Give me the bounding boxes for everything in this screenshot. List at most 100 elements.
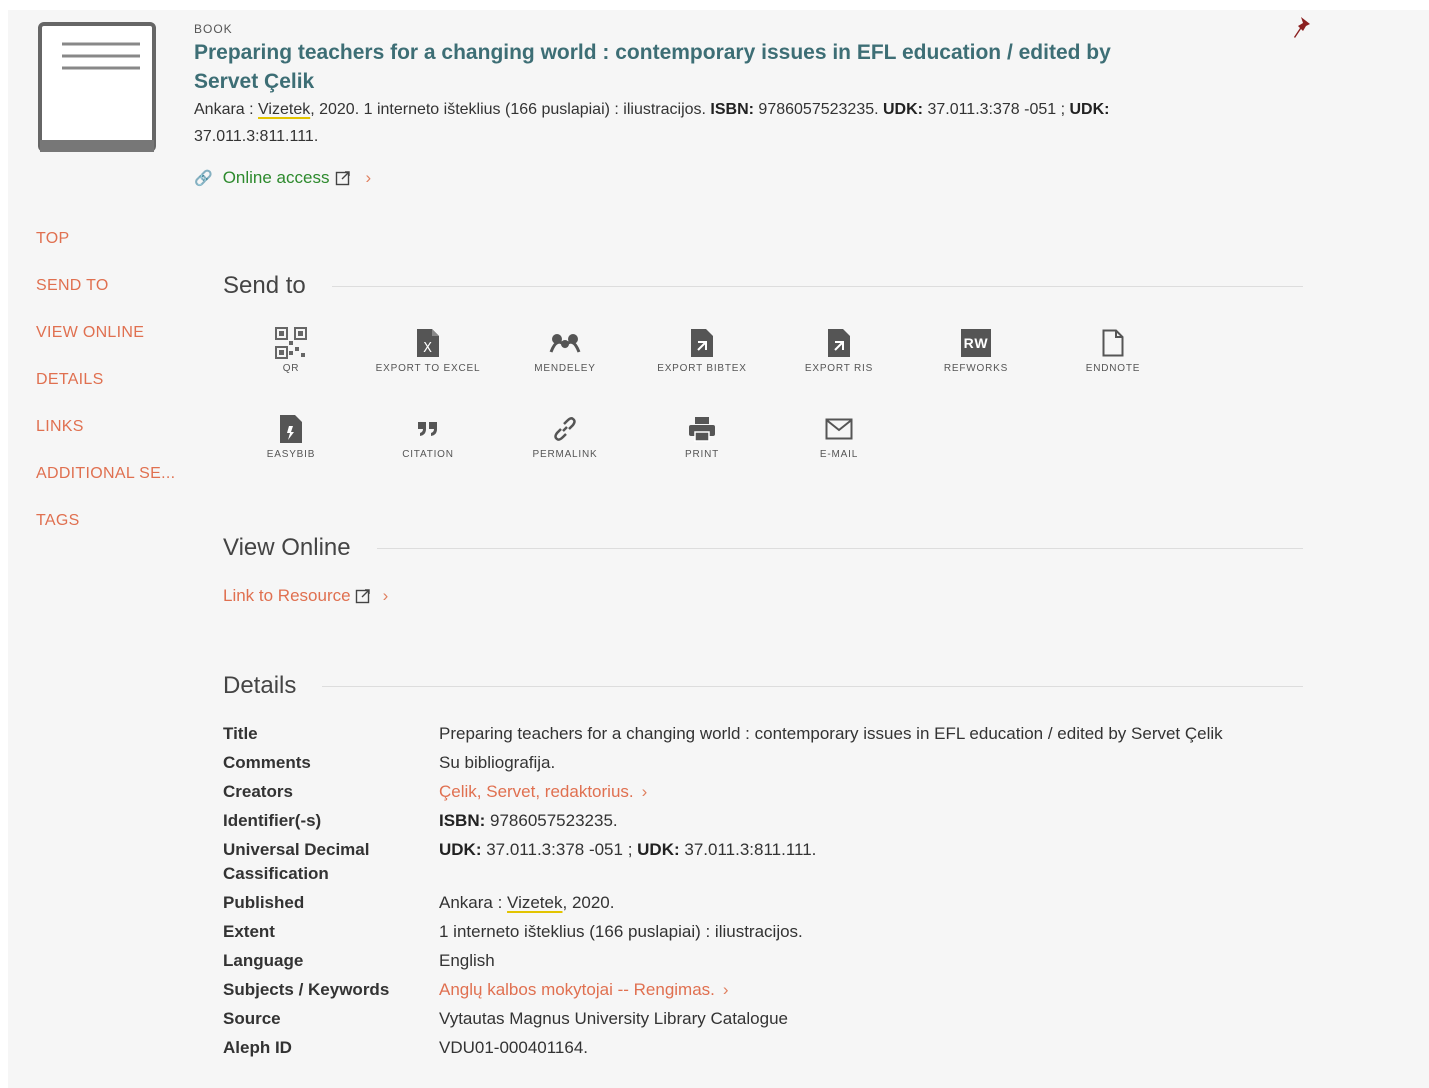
pin-icon[interactable]: [1293, 16, 1313, 40]
details-key: Source: [223, 1009, 281, 1028]
email-button[interactable]: E-MAIL: [774, 412, 904, 464]
details-row-identifier: Identifier(-s) ISBN: 9786057523235.: [223, 809, 1303, 833]
details-value: Ankara : Vizetek, 2020.: [439, 891, 1303, 915]
divider: [331, 285, 1303, 287]
published-year: , 2020.: [562, 893, 615, 912]
nav-item-additional-services[interactable]: ADDITIONAL SE...: [36, 465, 175, 512]
details-key: Universal Decimal Cassification: [223, 840, 370, 883]
details-heading: Details: [223, 672, 297, 699]
meta-isbn-value: 9786057523235.: [753, 101, 883, 118]
details-value: Preparing teachers for a changing world …: [439, 724, 1223, 743]
divider: [322, 685, 1303, 687]
meta-isbn-label: ISBN:: [710, 101, 754, 118]
details-header: Details: [223, 672, 1303, 700]
print-button[interactable]: PRINT: [637, 412, 767, 464]
details-key: Comments: [223, 753, 311, 772]
nav-item-send-to[interactable]: SEND TO: [36, 277, 175, 324]
external-link-icon: [336, 171, 351, 186]
record-publication-info: Ankara : Vizetek, 2020. 1 interneto ište…: [194, 96, 1224, 150]
quote-icon: [418, 422, 437, 436]
export-bibtex-button[interactable]: EXPORT BIBTEX: [637, 326, 767, 378]
nav-item-details[interactable]: DETAILS: [36, 371, 175, 418]
link-icon: [554, 417, 576, 441]
permalink-label: PERMALINK: [532, 449, 598, 460]
details-row-subjects: Subjects / Keywords Anglų kalbos mokytoj…: [223, 978, 1303, 1002]
send-to-heading: Send to: [223, 272, 306, 299]
mendeley-button[interactable]: MENDELEY: [500, 326, 630, 378]
easybib-label: EASYBIB: [266, 449, 316, 460]
details-value: Vytautas Magnus University Library Catal…: [439, 1009, 788, 1028]
citation-button[interactable]: CITATION: [363, 412, 493, 464]
creator-link[interactable]: Çelik, Servet, redaktorius. ›: [439, 780, 1303, 804]
details-table: Title Preparing teachers for a changing …: [223, 722, 1303, 1065]
meta-publisher: Vizetek: [258, 101, 311, 118]
mendeley-label: MENDELEY: [534, 363, 596, 374]
details-row-creators: Creators Çelik, Servet, redaktorius. ›: [223, 780, 1303, 804]
book-thumbnail-icon[interactable]: [38, 22, 156, 154]
refworks-button[interactable]: RW REFWORKS: [911, 326, 1041, 378]
print-label: PRINT: [685, 449, 719, 460]
excel-file-icon: X: [417, 329, 439, 357]
details-row-published: Published Ankara : Vizetek, 2020.: [223, 891, 1303, 915]
export-ris-button[interactable]: EXPORT RIS: [774, 326, 904, 378]
qr-button[interactable]: QR: [226, 326, 356, 378]
email-label: E-MAIL: [819, 449, 859, 460]
subject-link-label[interactable]: Anglų kalbos mokytojai -- Rengimas.: [439, 980, 715, 999]
details-key: Extent: [223, 922, 275, 941]
nav-item-links[interactable]: LINKS: [36, 418, 175, 465]
qr-label: QR: [282, 363, 300, 374]
citation-label: CITATION: [402, 449, 454, 460]
details-row-aleph-id: Aleph ID VDU01-000401164.: [223, 1036, 1303, 1060]
qr-code-icon: [275, 327, 307, 359]
details-key: Published: [223, 893, 305, 912]
details-key: Identifier(-s): [223, 811, 322, 830]
details-value: UDK: 37.011.3:378 -051 ; UDK: 37.011.3:8…: [439, 838, 1303, 886]
details-row-language: Language English: [223, 949, 1303, 973]
export-bibtex-label: EXPORT BIBTEX: [657, 363, 747, 374]
endnote-file-icon: [1102, 329, 1124, 357]
link-to-resource-label[interactable]: Link to Resource: [223, 586, 351, 606]
meta-extent: , 2020. 1 interneto išteklius (166 pusla…: [310, 101, 711, 118]
details-key: Title: [223, 724, 258, 743]
details-row-extent: Extent 1 interneto išteklius (166 puslap…: [223, 920, 1303, 944]
details-key: Language: [223, 951, 304, 970]
refworks-icon: RW: [961, 329, 991, 357]
details-row-source: Source Vytautas Magnus University Librar…: [223, 1007, 1303, 1031]
nav-item-top[interactable]: TOP: [36, 230, 175, 277]
details-key: Creators: [223, 782, 293, 801]
online-access-label[interactable]: Online access: [223, 168, 330, 188]
mendeley-icon: [549, 334, 581, 353]
subject-link[interactable]: Anglų kalbos mokytojai -- Rengimas. ›: [439, 978, 1303, 1002]
details-value: Su bibliografija.: [439, 753, 556, 772]
record-title-line1[interactable]: Preparing teachers for a changing world …: [194, 41, 1111, 64]
easybib-button[interactable]: EASYBIB: [226, 412, 356, 464]
easybib-file-icon: [280, 415, 302, 443]
record-title-line2[interactable]: Servet Çelik: [194, 70, 314, 93]
view-online-heading: View Online: [223, 534, 351, 561]
details-value: VDU01-000401164.: [439, 1038, 589, 1057]
details-value: 1 interneto išteklius (166 puslapiai) : …: [439, 922, 803, 941]
svg-text:X: X: [423, 341, 433, 356]
meta-place: Ankara :: [194, 101, 259, 118]
printer-icon: [689, 417, 715, 442]
endnote-button[interactable]: ENDNOTE: [1048, 326, 1178, 378]
details-row-title: Title Preparing teachers for a changing …: [223, 722, 1303, 746]
nav-item-tags[interactable]: TAGS: [36, 512, 175, 559]
chevron-right-icon: ›: [365, 168, 372, 187]
divider: [376, 547, 1303, 549]
section-nav: TOP SEND TO VIEW ONLINE DETAILS LINKS AD…: [36, 230, 175, 559]
chevron-right-icon: ›: [722, 980, 729, 999]
creator-link-label[interactable]: Çelik, Servet, redaktorius.: [439, 782, 634, 801]
online-access-link[interactable]: 🔗 Online access ›: [194, 168, 371, 188]
nav-item-view-online[interactable]: VIEW ONLINE: [36, 324, 175, 371]
record-page: BOOK Preparing teachers for a changing w…: [8, 10, 1429, 1088]
refworks-label: REFWORKS: [943, 363, 1009, 374]
permalink-button[interactable]: PERMALINK: [500, 412, 630, 464]
link-to-resource[interactable]: Link to Resource ›: [223, 586, 388, 606]
details-key: Aleph ID: [223, 1038, 292, 1057]
view-online-header: View Online: [223, 534, 1303, 562]
details-row-comments: Comments Su bibliografija.: [223, 751, 1303, 775]
export-excel-button[interactable]: X EXPORT TO EXCEL: [363, 326, 493, 378]
ris-file-icon: [828, 329, 850, 357]
record-title[interactable]: Preparing teachers for a changing world …: [194, 38, 1114, 96]
